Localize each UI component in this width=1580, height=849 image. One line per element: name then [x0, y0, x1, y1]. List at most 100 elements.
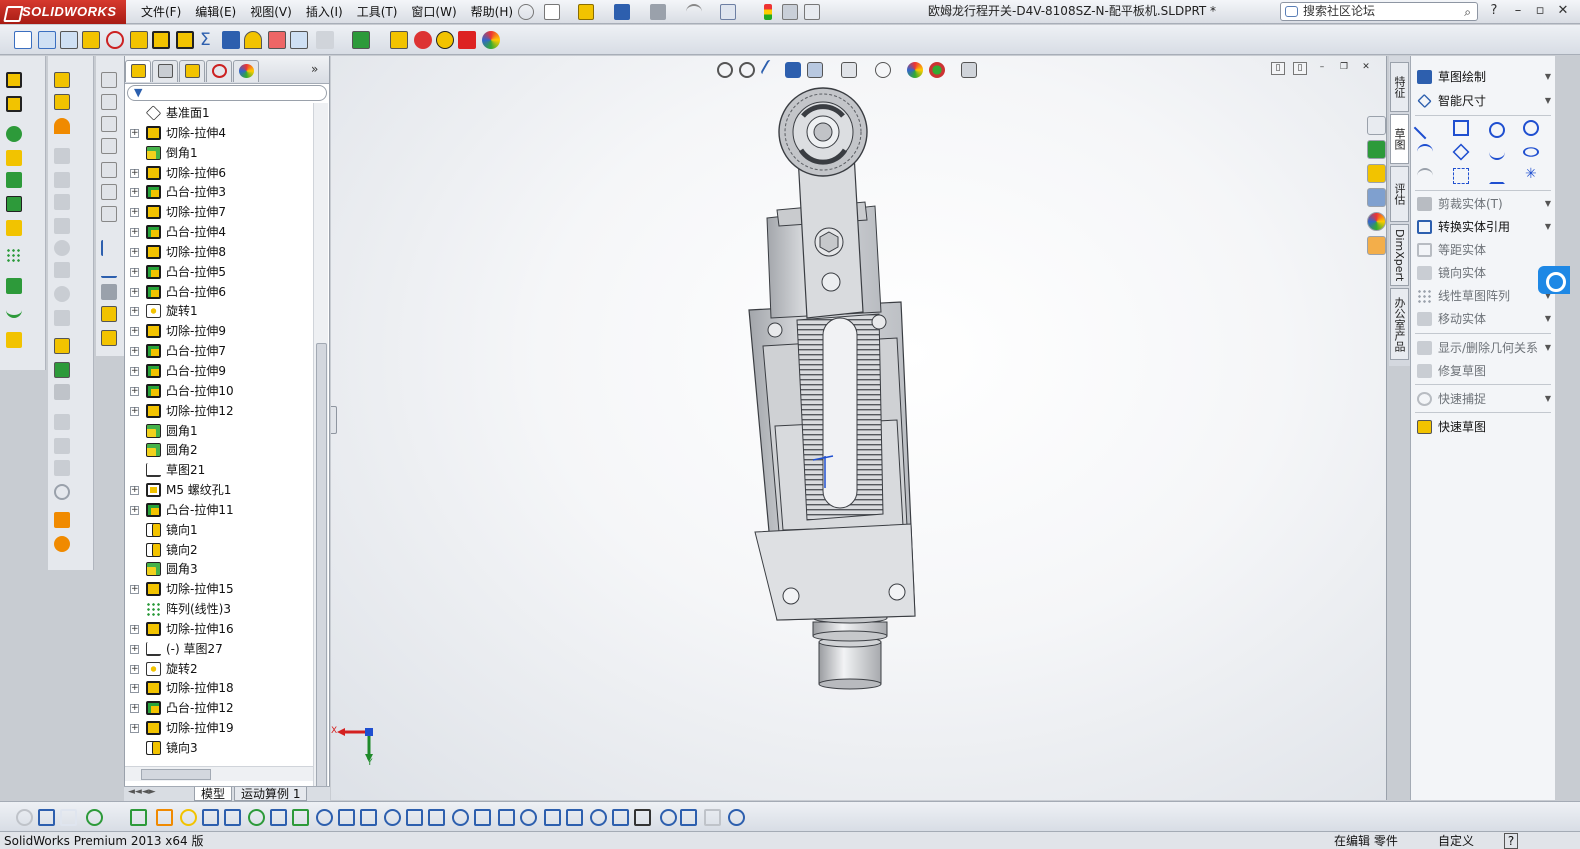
solidworks-logo[interactable]: SOLIDWORKS [0, 0, 126, 24]
chevron-down-icon[interactable]: ▼ [1545, 66, 1551, 88]
tab-sketch[interactable]: 草图 [1390, 114, 1409, 164]
expand-icon[interactable]: + [130, 307, 139, 317]
feature-tree-item[interactable]: + 凸台-拉伸6 [125, 282, 313, 302]
record-icon[interactable] [414, 31, 432, 49]
chevron-down-icon[interactable]: ▼ [1545, 90, 1551, 112]
expand-panel-icon[interactable]: » [311, 62, 318, 76]
tab-motion-study[interactable]: 运动算例 1 [234, 787, 308, 801]
expand-icon[interactable]: + [130, 208, 139, 218]
grid-icon[interactable] [101, 284, 117, 300]
print-icon[interactable] [650, 4, 666, 20]
feature-tree-item[interactable]: 基准面1 [125, 103, 313, 123]
move-face-icon[interactable] [54, 384, 70, 400]
centerline-icon[interactable] [1453, 168, 1469, 184]
tab-evaluate[interactable]: 评估 [1390, 166, 1409, 222]
sketch-filter-tool-icon[interactable] [566, 809, 583, 826]
menu-edit[interactable]: 编辑(E) [188, 0, 243, 24]
view-left-icon[interactable] [101, 116, 117, 132]
view-front-icon[interactable] [101, 72, 117, 88]
sketch-command-smart-dimension[interactable]: 智能尺寸 ▼ [1411, 90, 1555, 112]
graphics-area[interactable]: ▯ ▯ – ❐ ✕ X Y [331, 56, 1387, 800]
expand-icon[interactable]: + [130, 644, 139, 654]
freeform-icon[interactable] [54, 414, 70, 430]
tab-features[interactable]: 特征 [1390, 62, 1409, 112]
reference-geometry-icon[interactable] [6, 278, 22, 294]
custom-status[interactable]: 自定义 [1438, 832, 1474, 849]
sketch-filter-tool-icon[interactable] [360, 809, 377, 826]
stop-icon[interactable] [458, 31, 476, 49]
feature-tree-item[interactable]: + 凸台-拉伸9 [125, 361, 313, 381]
feature-tree-item[interactable]: 圆角1 [125, 421, 313, 441]
open-folder-icon[interactable] [578, 4, 594, 20]
sketch-filter-tool-icon[interactable] [590, 809, 607, 826]
point-icon[interactable]: ✳ [1525, 166, 1541, 182]
expand-icon[interactable]: + [130, 267, 139, 277]
menu-insert[interactable]: 插入(I) [299, 0, 350, 24]
flex-icon[interactable] [54, 460, 70, 476]
thickness-icon[interactable] [244, 31, 262, 49]
revolve-boss-icon[interactable] [6, 96, 22, 112]
expand-icon[interactable]: + [130, 366, 139, 376]
sketch-filter-tool-icon[interactable] [292, 809, 309, 826]
sketch-filter-tool-icon[interactable] [224, 809, 241, 826]
sketch-filter-tool-icon[interactable] [660, 809, 677, 826]
tree-vertical-scrollbar[interactable] [313, 103, 328, 815]
menu-file[interactable]: 文件(F) [134, 0, 188, 24]
fillet-sketch-icon[interactable] [1417, 168, 1433, 184]
feature-tree-item[interactable]: + 切除-拉伸6 [125, 163, 313, 183]
search-input[interactable]: 搜索社区论坛 ⌕ [1280, 2, 1478, 21]
sketch-filter-tool-icon[interactable] [498, 809, 515, 826]
tab-model[interactable]: 模型 [194, 787, 233, 801]
sketch-command-relations[interactable]: 显示/删除几何关系 ▼ [1411, 337, 1555, 359]
feature-tree-item[interactable]: + 凸台-拉伸5 [125, 262, 313, 282]
chevron-down-icon[interactable]: ▼ [1545, 337, 1551, 359]
menu-window[interactable]: 窗口(W) [404, 0, 463, 24]
expand-icon[interactable]: + [130, 664, 139, 674]
expand-icon[interactable]: + [130, 228, 139, 238]
design-library-icon[interactable] [1367, 140, 1386, 159]
feature-tree-item[interactable]: 阵列(线性)3 [125, 599, 313, 619]
instant3d-icon[interactable] [6, 332, 22, 348]
sketch-filter-tool-icon[interactable] [520, 809, 537, 826]
sketch-filter-tool-icon[interactable] [338, 809, 355, 826]
expand-icon[interactable]: + [130, 505, 139, 515]
sketch-command-linear-pattern[interactable]: 线性草图阵列 ▼ [1411, 285, 1555, 307]
ok-icon[interactable] [436, 31, 454, 49]
wrap-icon[interactable] [54, 218, 70, 234]
tab-property-manager[interactable] [152, 60, 178, 82]
feature-tree-item[interactable]: + 旋转2 [125, 659, 313, 679]
sketch-filter-tool-icon[interactable] [704, 809, 721, 826]
sketch-filter-tool-icon[interactable] [428, 809, 445, 826]
expand-icon[interactable]: + [130, 724, 139, 734]
sketch-command-repair[interactable]: 修复草图 [1411, 360, 1555, 382]
expand-icon[interactable]: + [130, 486, 139, 496]
feature-tree-item[interactable]: + 凸台-拉伸4 [125, 222, 313, 242]
text-icon[interactable] [1489, 168, 1505, 184]
spellcheck-icon[interactable] [14, 31, 32, 49]
tree-horizontal-scrollbar[interactable] [125, 766, 313, 781]
minimize-button[interactable]: – [1508, 2, 1528, 20]
new-document-icon[interactable] [544, 4, 560, 20]
feature-tree-item[interactable]: 草图21 [125, 460, 313, 480]
appearance-icon[interactable] [482, 31, 500, 49]
reference-triad[interactable] [333, 720, 393, 780]
chamfer-icon[interactable] [54, 148, 70, 164]
tab-nav-arrows-icon[interactable]: ◄◄◄► [128, 787, 156, 797]
pin-icon[interactable] [518, 4, 534, 20]
file-explorer-icon[interactable] [1367, 164, 1386, 183]
rebuild-icon[interactable] [764, 4, 772, 20]
sketch-filter-tool-icon[interactable] [202, 809, 219, 826]
sketch-filter-tool-icon[interactable] [544, 809, 561, 826]
expand-icon[interactable]: + [130, 287, 139, 297]
file-properties-icon[interactable] [782, 4, 798, 20]
chevron-down-icon[interactable]: ▼ [1545, 216, 1551, 238]
combine-icon[interactable] [54, 286, 70, 302]
arc-icon[interactable] [1417, 144, 1433, 160]
feature-tree-item[interactable]: + 凸台-拉伸10 [125, 381, 313, 401]
check-icon[interactable] [130, 31, 148, 49]
macro-icon[interactable] [390, 31, 408, 49]
sketch-filter-tool-icon[interactable] [248, 809, 265, 826]
feature-tree-item[interactable]: + 切除-拉伸4 [125, 123, 313, 143]
feature-tree-item[interactable]: + 切除-拉伸7 [125, 202, 313, 222]
feature-tree-item[interactable]: + 切除-拉伸15 [125, 579, 313, 599]
